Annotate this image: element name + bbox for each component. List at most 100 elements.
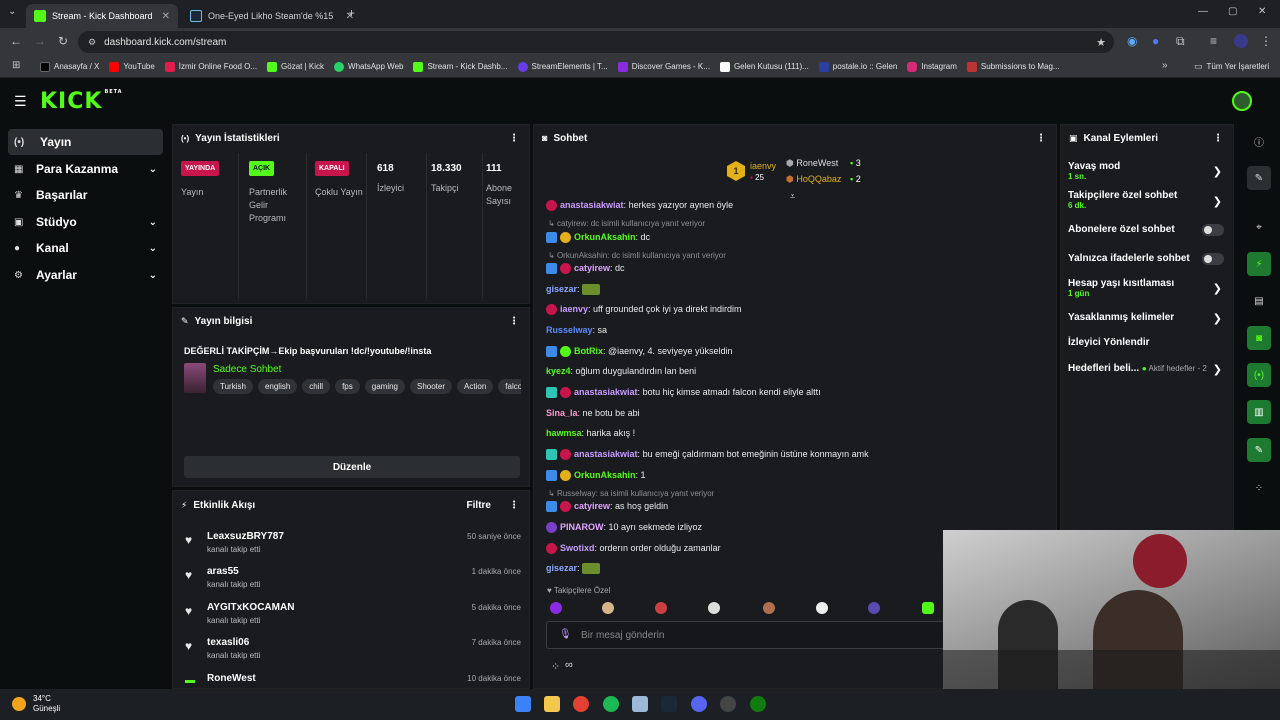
bookmark-item[interactable]: İzmir Online Food O... bbox=[164, 61, 257, 72]
pencil-icon[interactable]: ✎ bbox=[1247, 166, 1271, 190]
profile-avatar[interactable] bbox=[1234, 34, 1248, 48]
wrench-icon[interactable]: ✎ bbox=[1247, 438, 1271, 462]
settings-dots-icon[interactable]: ⁘ bbox=[551, 660, 560, 673]
steam-icon[interactable] bbox=[661, 696, 677, 712]
target-icon[interactable]: ⌖ bbox=[1247, 215, 1271, 239]
hamburger-menu-icon[interactable]: ☰ bbox=[14, 93, 27, 110]
address-bar-row: ← → ↻ ⚙ dashboard.kick.com/stream ★ ◉ ● … bbox=[0, 28, 1280, 56]
file-explorer-icon[interactable] bbox=[544, 696, 560, 712]
edit-button[interactable]: Düzenle bbox=[184, 456, 520, 478]
emote-icon[interactable] bbox=[922, 602, 934, 614]
media-icon[interactable]: ≡ bbox=[1210, 34, 1217, 48]
bookmark-item[interactable]: StreamElements | T... bbox=[517, 61, 608, 72]
sidebar-item-para-kazanma[interactable]: ▦ Para Kazanma ⌄ bbox=[8, 156, 163, 182]
bookmark-item[interactable]: Gözat | Kick bbox=[267, 61, 324, 72]
tag: english bbox=[257, 379, 298, 394]
spotify-icon[interactable] bbox=[603, 696, 619, 712]
emote-icon[interactable] bbox=[816, 602, 828, 614]
sidebar-item-yayin[interactable]: (•) Yayın bbox=[8, 129, 163, 155]
subscribers-only-toggle[interactable] bbox=[1202, 224, 1224, 236]
site-info-icon[interactable]: ⚙ bbox=[88, 37, 96, 48]
slow-mode-row[interactable]: Yavaş mod 1 sn. ❯ bbox=[1068, 161, 1228, 181]
panel-menu-icon[interactable]: ⋮ bbox=[509, 133, 519, 144]
start-windows-icon[interactable] bbox=[515, 696, 531, 712]
sidebar-item-studyo[interactable]: ▣ Stüdyo ⌄ bbox=[8, 209, 163, 235]
panel-menu-icon[interactable]: ⋮ bbox=[1213, 133, 1223, 144]
followers-only-row[interactable]: Takipçilere özel sohbet 6 dk. ❯ bbox=[1068, 190, 1228, 210]
chat-input[interactable]: 🎙 Bir mesaj gönderin bbox=[546, 621, 946, 649]
emote-icon[interactable] bbox=[763, 602, 775, 614]
bookmark-item[interactable]: Stream - Kick Dashb... bbox=[413, 61, 508, 72]
maximize-icon[interactable]: ▢ bbox=[1228, 6, 1237, 17]
filter-button[interactable]: Filtre bbox=[467, 500, 491, 511]
tab-steam[interactable]: One-Eyed Likho Steam'de %15 ✕ bbox=[182, 4, 362, 28]
panel-menu-icon[interactable]: ⋮ bbox=[509, 500, 519, 511]
apps-grid-icon[interactable]: ⊞ bbox=[12, 60, 20, 71]
xbox-icon[interactable] bbox=[750, 696, 766, 712]
sidebar-item-basarilar[interactable]: ♛ Başarılar bbox=[8, 182, 163, 208]
menu-kebab-icon[interactable]: ⋮ bbox=[1260, 34, 1272, 48]
bookmark-star-icon[interactable]: ★ bbox=[1096, 36, 1106, 49]
bookmark-item[interactable]: YouTube bbox=[109, 61, 155, 72]
stat-partner: AÇIK Partnerlik Gelir Programı bbox=[249, 153, 307, 299]
emote-icon[interactable] bbox=[868, 602, 880, 614]
more-bookmarks-icon[interactable]: » bbox=[1162, 60, 1168, 71]
bookmark-item[interactable]: Anasayfa / X bbox=[40, 61, 99, 72]
bookmark-item[interactable]: Gelen Kutusu (111)... bbox=[719, 61, 809, 72]
tab-search-icon[interactable]: ⌄ bbox=[8, 6, 16, 17]
obs-icon[interactable] bbox=[720, 696, 736, 712]
sidebar-item-ayarlar[interactable]: ⚙ Ayarlar ⌄ bbox=[8, 262, 163, 288]
all-bookmarks[interactable]: ▭ Tüm Yer İşaretleri bbox=[1194, 61, 1269, 72]
user-avatar[interactable] bbox=[1232, 91, 1252, 111]
chrome-icon[interactable] bbox=[573, 696, 589, 712]
infinity-icon[interactable]: ∞ bbox=[565, 659, 573, 671]
reload-icon[interactable]: ↻ bbox=[58, 34, 68, 48]
extension-icon[interactable]: ◉ bbox=[1127, 34, 1137, 48]
forward-icon[interactable]: → bbox=[34, 34, 46, 48]
minimize-icon[interactable]: — bbox=[1198, 6, 1208, 17]
category-link[interactable]: Sadece Sohbet bbox=[213, 364, 281, 375]
app-icon[interactable] bbox=[632, 696, 648, 712]
bookmark-item[interactable]: WhatsApp Web bbox=[334, 61, 403, 72]
dots-cluster-icon[interactable]: ⁘ bbox=[1247, 476, 1271, 500]
weather-sun-icon[interactable] bbox=[12, 697, 26, 711]
microphone-icon[interactable]: 🎙 bbox=[559, 629, 572, 640]
url-input[interactable]: ⚙ dashboard.kick.com/stream ★ bbox=[78, 31, 1114, 53]
collapse-pin-icon[interactable]: ⩡ bbox=[790, 191, 795, 202]
discord-icon[interactable] bbox=[691, 696, 707, 712]
kick-logo[interactable]: KICK BETA bbox=[40, 89, 123, 114]
goals-row[interactable]: Hedefleri beli... ● Aktif hedefler - 2 ❯ bbox=[1068, 363, 1228, 376]
bookmark-item[interactable]: Discover Games - K... bbox=[617, 61, 710, 72]
panel-menu-icon[interactable]: ⋮ bbox=[509, 316, 519, 327]
emote-icon[interactable] bbox=[550, 602, 562, 614]
tab-kick-dashboard[interactable]: Stream - Kick Dashboard ✕ bbox=[26, 4, 178, 28]
close-tab-icon[interactable]: ✕ bbox=[162, 11, 170, 22]
bookmark-item[interactable]: postale.io :: Gelen bbox=[818, 61, 897, 72]
document-icon[interactable]: ▤ bbox=[1247, 289, 1271, 313]
extensions-puzzle-icon[interactable]: ⧉ bbox=[1176, 34, 1185, 49]
lightning-icon[interactable]: ⚡ bbox=[1247, 252, 1271, 276]
extension-icon[interactable]: ● bbox=[1152, 34, 1159, 48]
emote-only-toggle[interactable] bbox=[1202, 253, 1224, 265]
info-icon[interactable]: ⓘ bbox=[1247, 129, 1271, 153]
leader-name[interactable]: iaenvy bbox=[750, 161, 776, 171]
window-close-icon[interactable]: ✕ bbox=[1258, 6, 1266, 17]
chat-bubble-icon[interactable]: ◙ bbox=[1247, 326, 1271, 350]
broadcast-icon[interactable]: (•) bbox=[1247, 363, 1271, 387]
host-viewers-row[interactable]: İzleyici Yönlendir bbox=[1068, 337, 1228, 348]
new-tab-icon[interactable]: + bbox=[348, 6, 355, 20]
back-icon[interactable]: ← bbox=[10, 34, 22, 48]
kick-icon bbox=[267, 61, 278, 72]
sidebar-item-kanal[interactable]: ● Kanal ⌄ bbox=[8, 235, 163, 261]
emote-icon[interactable] bbox=[602, 602, 614, 614]
emote-icon[interactable] bbox=[708, 602, 720, 614]
emote-icon[interactable] bbox=[655, 602, 667, 614]
bookmark-item[interactable]: Submissions to Mag... bbox=[966, 61, 1060, 72]
account-age-row[interactable]: Hesap yaşı kısıtlaması 1 gün ❯ bbox=[1068, 278, 1228, 298]
weather-widget[interactable]: 34°C Güneşli bbox=[33, 694, 60, 714]
broadcast-icon: (•) bbox=[14, 136, 25, 148]
layout-icon[interactable]: ▥ bbox=[1247, 400, 1271, 424]
panel-menu-icon[interactable]: ⋮ bbox=[1036, 133, 1046, 144]
bookmark-item[interactable]: Instagram bbox=[907, 61, 957, 72]
banned-words-row[interactable]: Yasaklanmış kelimeler ❯ bbox=[1068, 312, 1228, 325]
